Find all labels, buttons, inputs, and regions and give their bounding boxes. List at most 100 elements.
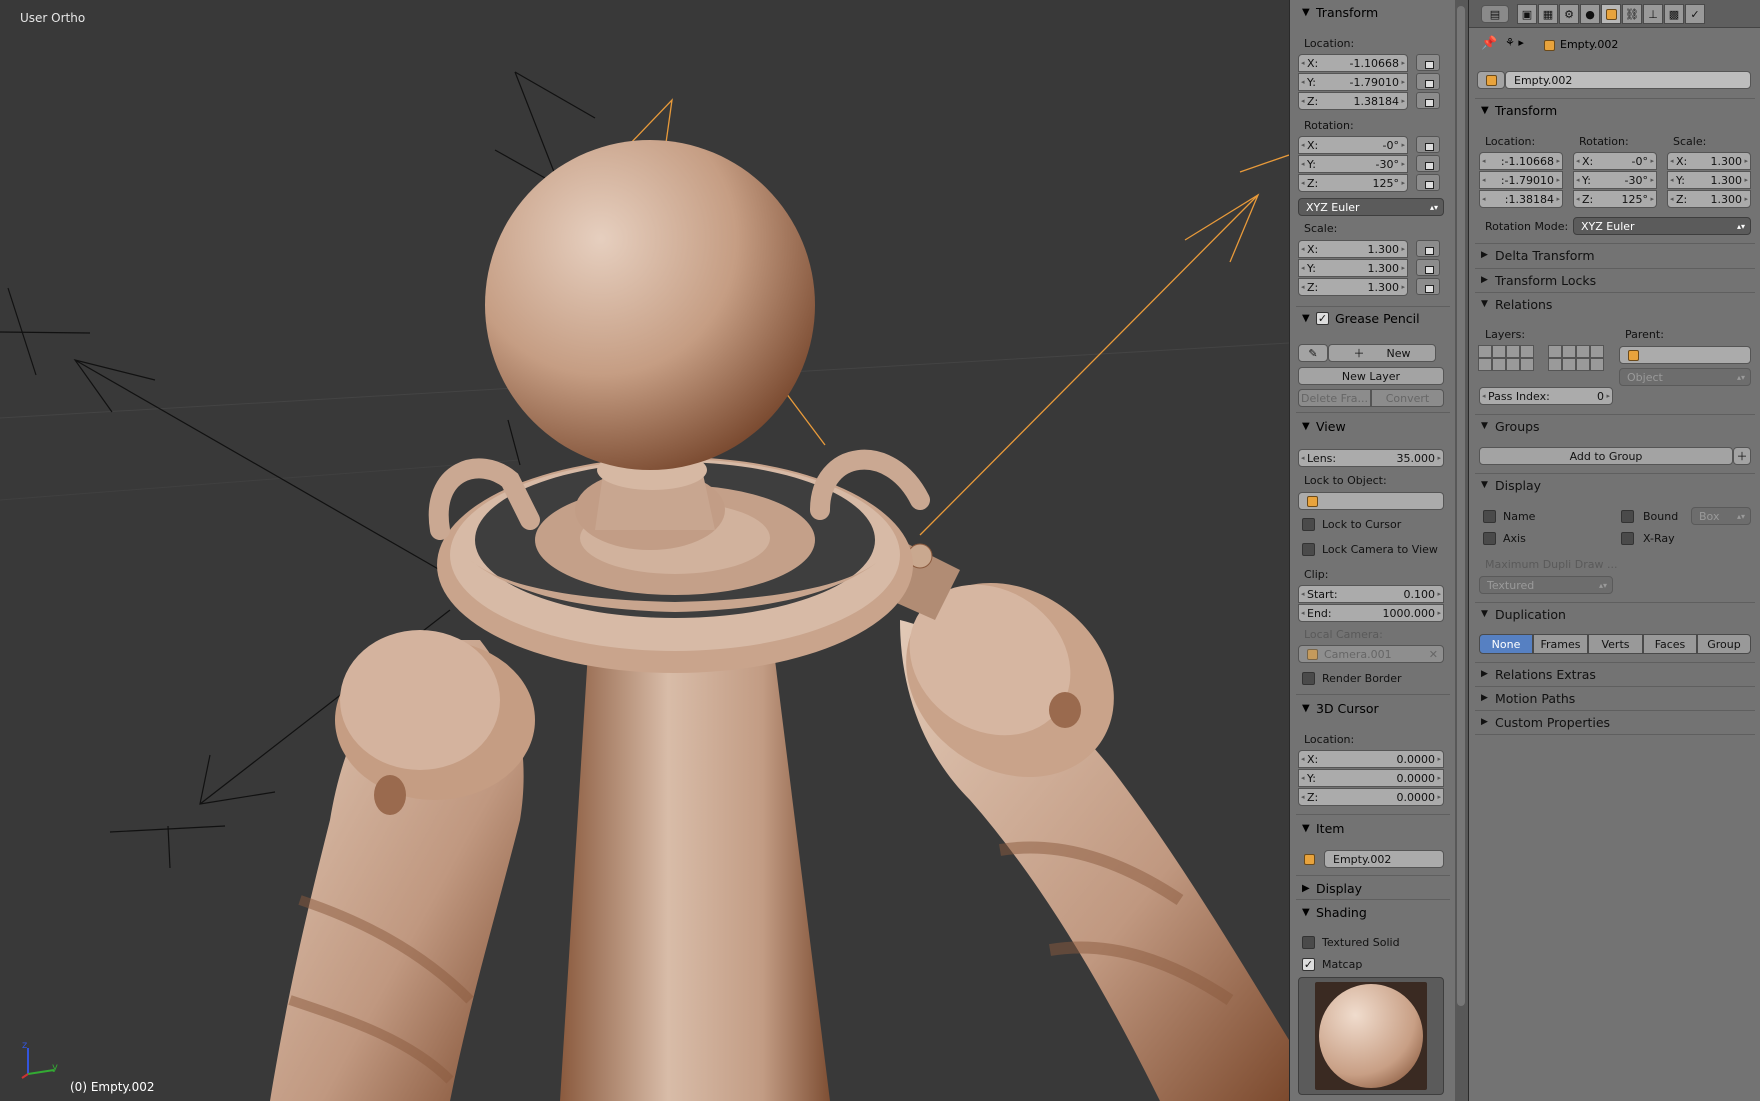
pin-icon[interactable]: 📌 [1481, 36, 1497, 51]
panel-object-transform-header[interactable]: ▼ Transform [1481, 100, 1751, 120]
location-label: Location: [1304, 37, 1355, 50]
panel-object-display-header[interactable]: ▼ Display [1481, 475, 1541, 495]
scene-tab-icon[interactable]: ⚙ [1559, 4, 1579, 24]
location-y-field[interactable]: ◂ Y: -1.79010 ▸ [1298, 73, 1408, 91]
panel-transform-locks[interactable]: ▶ Transform Locks [1481, 270, 1596, 290]
dupli-frames-button[interactable]: Frames [1533, 634, 1588, 654]
matcap-checkbox[interactable]: ✓ [1302, 958, 1315, 971]
physics-tab-icon[interactable]: ✓ [1685, 4, 1705, 24]
panel-relations-extras[interactable]: ▶ Relations Extras [1481, 664, 1596, 684]
dupli-group-button[interactable]: Group [1697, 634, 1751, 654]
max-dupli-draw-select[interactable]: Textured ▴▾ [1479, 576, 1613, 594]
add-group-plus-icon[interactable]: ＋ [1733, 447, 1751, 465]
lock-to-object-field[interactable] [1298, 492, 1444, 510]
lens-field[interactable]: ◂ Lens: 35.000 ▸ [1298, 449, 1444, 467]
lock-scale-z-icon[interactable] [1416, 278, 1440, 295]
prop-scale-y-field[interactable]: ◂ Y: 1.300 ▸ [1667, 171, 1751, 189]
display-axis-checkbox[interactable] [1483, 532, 1496, 545]
rotation-y-field[interactable]: ◂ Y: -30° ▸ [1298, 155, 1408, 173]
panel-grease-pencil-header[interactable]: ▼ ✓ Grease Pencil [1302, 308, 1452, 328]
prop-rotation-x-field[interactable]: ◂ X: -0° ▸ [1573, 152, 1657, 170]
prop-scale-z-field[interactable]: ◂ Z: 1.300 ▸ [1667, 190, 1751, 208]
display-name-checkbox[interactable] [1483, 510, 1496, 523]
lock-rotation-y-icon[interactable] [1416, 155, 1440, 172]
lock-rotation-x-icon[interactable] [1416, 136, 1440, 153]
pass-index-field[interactable]: ◂ Pass Index: 0 ▸ [1479, 387, 1613, 405]
lock-location-x-icon[interactable] [1416, 54, 1440, 71]
prop-location-y-field[interactable]: ◂:-1.79010 ▸ [1479, 171, 1563, 189]
render-tab-icon[interactable]: ▣ [1517, 4, 1537, 24]
clip-end-field[interactable]: ◂ End: 1000.000 ▸ [1298, 604, 1444, 622]
panel-custom-properties[interactable]: ▶ Custom Properties [1481, 712, 1610, 732]
cursor-z-field[interactable]: ◂ Z: 0.0000 ▸ [1298, 788, 1444, 806]
prop-rotation-y-field[interactable]: ◂ Y: -30° ▸ [1573, 171, 1657, 189]
location-x-field[interactable]: ◂ X: -1.10668 ▸ [1298, 54, 1408, 72]
panel-motion-paths[interactable]: ▶ Motion Paths [1481, 688, 1575, 708]
lock-location-z-icon[interactable] [1416, 92, 1440, 109]
add-to-group-button[interactable]: Add to Group [1479, 447, 1733, 465]
clear-x-icon[interactable]: ✕ [1429, 648, 1438, 661]
prop-rotation-mode-select[interactable]: XYZ Euler ▴▾ [1573, 217, 1751, 235]
rotation-z-field[interactable]: ◂ Z: 125° ▸ [1298, 174, 1408, 192]
layers-tab-icon[interactable]: ▦ [1538, 4, 1558, 24]
prop-scale-x-field[interactable]: ◂ X: 1.300 ▸ [1667, 152, 1751, 170]
panel-transform-header[interactable]: ▼ Transform [1302, 2, 1452, 22]
panel-view-header[interactable]: ▼ View [1302, 416, 1452, 436]
prop-rotation-z-field[interactable]: ◂ Z: 125° ▸ [1573, 190, 1657, 208]
lock-scale-y-icon[interactable] [1416, 259, 1440, 276]
panel-relations-header[interactable]: ▼ Relations [1481, 294, 1552, 314]
rotation-mode-select[interactable]: XYZ Euler ▴▾ [1298, 198, 1444, 216]
panel-delta-transform[interactable]: ▶ Delta Transform [1481, 245, 1595, 265]
panel-groups-header[interactable]: ▼ Groups [1481, 416, 1540, 436]
panel-3d-cursor-header[interactable]: ▼ 3D Cursor [1302, 698, 1452, 718]
prop-location-x-field[interactable]: ◂:-1.10668 ▸ [1479, 152, 1563, 170]
object-tab-icon[interactable] [1601, 4, 1621, 24]
editor-type-icon[interactable]: ▤ [1481, 5, 1509, 23]
grease-pencil-checkbox[interactable]: ✓ [1316, 311, 1329, 325]
dupli-faces-button[interactable]: Faces [1643, 634, 1697, 654]
grease-pencil-icon[interactable]: ✎ [1298, 344, 1328, 362]
panel-shading-header[interactable]: ▼ Shading [1302, 902, 1452, 922]
cursor-y-field[interactable]: ◂ Y: 0.0000 ▸ [1298, 769, 1444, 787]
cursor-x-field[interactable]: ◂ X: 0.0000 ▸ [1298, 750, 1444, 768]
dupli-verts-button[interactable]: Verts [1588, 634, 1643, 654]
panel-scrollbar[interactable] [1455, 0, 1468, 1101]
scale-y-field[interactable]: ◂ Y: 1.300 ▸ [1298, 259, 1408, 277]
grease-pencil-new-button[interactable]: ＋ New [1328, 344, 1436, 362]
rotation-x-field[interactable]: ◂ X: -0° ▸ [1298, 136, 1408, 154]
object-browse-icon[interactable] [1477, 71, 1505, 89]
parent-field[interactable] [1619, 346, 1751, 364]
item-name-field[interactable]: Empty.002 [1324, 850, 1444, 868]
constraints-tab-icon[interactable]: ⛓ [1622, 4, 1642, 24]
display-xray-checkbox[interactable] [1621, 532, 1634, 545]
panel-display-header[interactable]: ▶ Display [1302, 878, 1452, 898]
new-layer-button[interactable]: New Layer [1298, 367, 1444, 385]
data-tab-icon[interactable]: ⊥ [1643, 4, 1663, 24]
location-z-field[interactable]: ◂ Z: 1.38184 ▸ [1298, 92, 1408, 110]
lock-rotation-z-icon[interactable] [1416, 174, 1440, 191]
lock-location-y-icon[interactable] [1416, 73, 1440, 90]
scale-z-field[interactable]: ◂ Z: 1.300 ▸ [1298, 278, 1408, 296]
panel-duplication-header[interactable]: ▼ Duplication [1481, 604, 1566, 624]
world-tab-icon[interactable]: ● [1580, 4, 1600, 24]
3d-viewport[interactable]: User Ortho y z (0) Empty.002 [0, 0, 1289, 1101]
convert-button[interactable]: Convert [1371, 389, 1444, 407]
prop-location-z-field[interactable]: ◂:1.38184 ▸ [1479, 190, 1563, 208]
dupli-none-button[interactable]: None [1479, 634, 1533, 654]
render-border-checkbox[interactable] [1302, 672, 1315, 685]
parent-type-select[interactable]: Object ▴▾ [1619, 368, 1751, 386]
lock-to-cursor-checkbox[interactable] [1302, 518, 1315, 531]
object-name-field[interactable]: Empty.002 [1505, 71, 1751, 89]
lock-scale-x-icon[interactable] [1416, 240, 1440, 257]
matcap-preview[interactable] [1298, 977, 1444, 1095]
panel-item-header[interactable]: ▼ Item [1302, 818, 1452, 838]
delete-frame-button[interactable]: Delete Fra... [1298, 389, 1371, 407]
bound-type-select[interactable]: Box ▴▾ [1691, 507, 1751, 525]
clip-start-field[interactable]: ◂ Start: 0.100 ▸ [1298, 585, 1444, 603]
scale-x-field[interactable]: ◂ X: 1.300 ▸ [1298, 240, 1408, 258]
textured-solid-checkbox[interactable] [1302, 936, 1315, 949]
local-camera-field[interactable]: Camera.001 ✕ [1298, 645, 1444, 663]
lock-camera-to-view-checkbox[interactable] [1302, 543, 1315, 556]
texture-tab-icon[interactable]: ▩ [1664, 4, 1684, 24]
display-bound-checkbox[interactable] [1621, 510, 1634, 523]
